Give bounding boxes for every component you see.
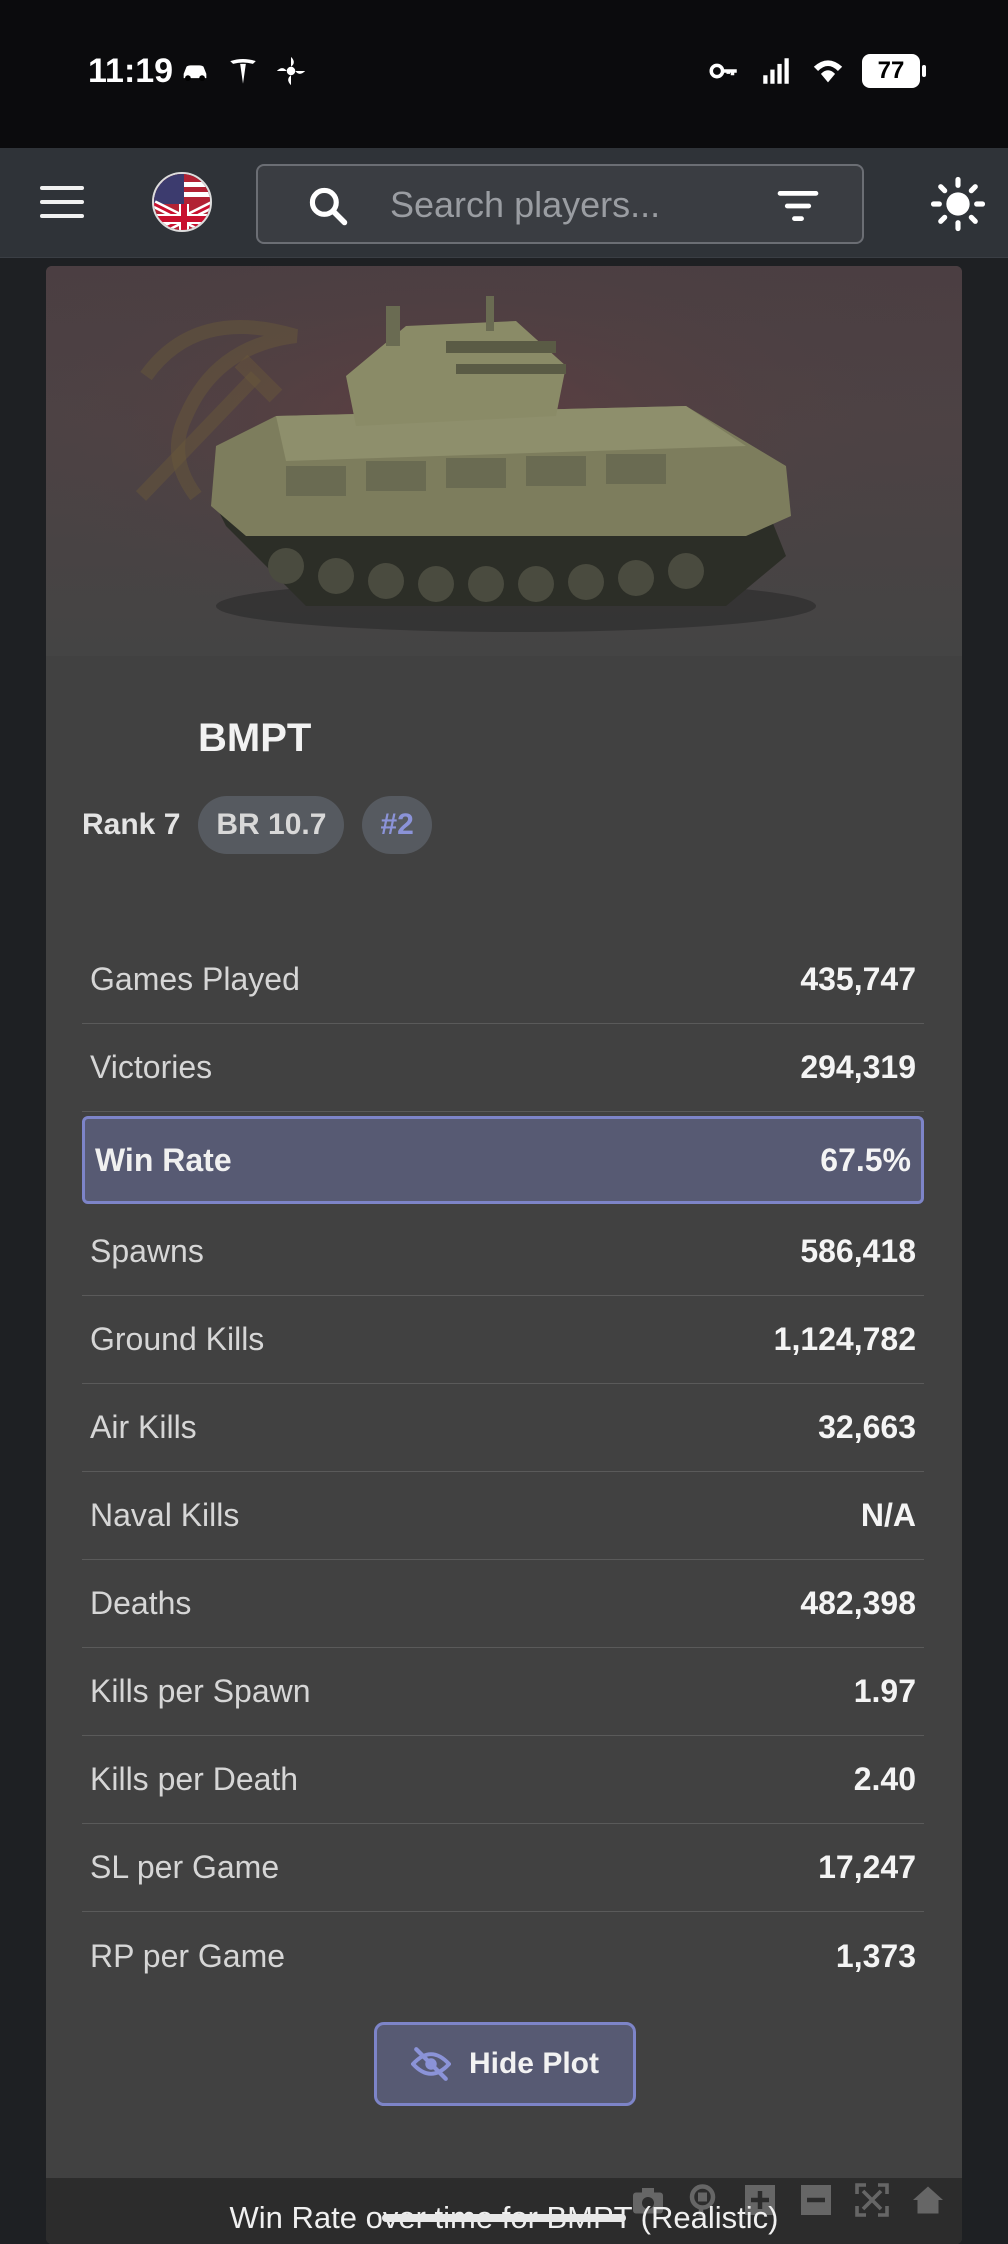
stat-label: SL per Game bbox=[90, 1849, 280, 1885]
tank-image bbox=[46, 266, 962, 656]
hide-plot-button[interactable]: Hide Plot bbox=[374, 2022, 636, 2106]
stat-row-rp-per-game: RP per Game 1,373 bbox=[82, 1912, 924, 2000]
vehicle-card: BMPT Rank 7 BR 10.7 #2 Games Played 435,… bbox=[46, 266, 962, 2244]
key-icon bbox=[709, 63, 737, 79]
stats-table: Games Played 435,747 Victories 294,319 W… bbox=[82, 936, 924, 2000]
stat-value: 32,663 bbox=[818, 1409, 916, 1445]
stat-value: 294,319 bbox=[800, 1049, 916, 1085]
plot-area: Win Rate over time for BMPT (Realistic) bbox=[46, 2178, 962, 2244]
stat-value: 482,398 bbox=[800, 1585, 916, 1621]
stat-label: Win Rate bbox=[95, 1141, 232, 1178]
eye-off-icon bbox=[410, 2047, 451, 2081]
vehicle-name: BMPT bbox=[198, 716, 312, 760]
stat-row-sl-per-game: SL per Game 17,247 bbox=[82, 1824, 924, 1912]
stat-value: 1.97 bbox=[853, 1673, 916, 1709]
stat-label: Kills per Death bbox=[90, 1761, 299, 1797]
menu-icon[interactable] bbox=[40, 186, 84, 220]
car-icon bbox=[183, 65, 207, 81]
stat-row-deaths: Deaths 482,398 bbox=[82, 1560, 924, 1648]
status-time: 11:19 bbox=[88, 52, 174, 90]
stat-row-victories: Victories 294,319 bbox=[82, 1024, 924, 1112]
status-left-icons bbox=[178, 54, 308, 88]
signal-icon bbox=[763, 58, 789, 84]
stat-row-win-rate[interactable]: Win Rate 67.5% bbox=[82, 1116, 924, 1204]
stat-label: Ground Kills bbox=[90, 1321, 265, 1357]
stat-value: 17,247 bbox=[818, 1849, 916, 1885]
status-right-icons: 77 bbox=[706, 54, 926, 88]
app-bar bbox=[0, 148, 1008, 258]
wifi-icon bbox=[813, 60, 843, 83]
stat-label: RP per Game bbox=[90, 1937, 286, 1974]
br-chip: BR 10.7 bbox=[198, 796, 345, 854]
stat-label: Naval Kills bbox=[90, 1497, 240, 1533]
gesture-nav-handle[interactable] bbox=[382, 2214, 626, 2222]
battery-icon: 77 bbox=[862, 54, 926, 88]
stat-row-spawns: Spawns 586,418 bbox=[82, 1208, 924, 1296]
sun-icon[interactable] bbox=[930, 176, 986, 232]
stat-row-kills-per-spawn: Kills per Spawn 1.97 bbox=[82, 1648, 924, 1736]
hide-plot-label: Hide Plot bbox=[468, 2047, 599, 2080]
stat-value: N/A bbox=[860, 1497, 916, 1533]
stat-value: 2.40 bbox=[853, 1761, 916, 1797]
stat-label: Games Played bbox=[90, 961, 300, 997]
stat-value: 67.5% bbox=[820, 1141, 911, 1178]
stat-label: Victories bbox=[90, 1049, 213, 1085]
search-icon[interactable] bbox=[306, 184, 350, 228]
status-bar: 11:19 77 bbox=[0, 0, 1008, 148]
stat-row-ground-kills: Ground Kills 1,124,782 bbox=[82, 1296, 924, 1384]
stat-row-kills-per-death: Kills per Death 2.40 bbox=[82, 1736, 924, 1824]
stat-row-air-kills: Air Kills 32,663 bbox=[82, 1384, 924, 1472]
stat-value: 586,418 bbox=[800, 1233, 916, 1269]
stat-row-games-played: Games Played 435,747 bbox=[82, 936, 924, 1024]
vehicle-chips: Rank 7 BR 10.7 #2 bbox=[82, 796, 432, 854]
fan-icon bbox=[276, 56, 306, 86]
search-input[interactable] bbox=[390, 180, 750, 230]
rank-label: Rank 7 bbox=[82, 808, 181, 841]
stat-value: 1,373 bbox=[835, 1937, 916, 1974]
tesla-icon bbox=[230, 58, 256, 84]
position-chip: #2 bbox=[362, 796, 432, 854]
stat-value: 435,747 bbox=[800, 961, 916, 997]
stat-row-naval-kills: Naval Kills N/A bbox=[82, 1472, 924, 1560]
stat-label: Air Kills bbox=[90, 1409, 197, 1445]
us-uk-flag-icon[interactable] bbox=[152, 172, 212, 232]
filter-icon[interactable] bbox=[776, 188, 820, 224]
stat-label: Kills per Spawn bbox=[90, 1673, 311, 1709]
stat-label: Spawns bbox=[90, 1233, 204, 1269]
stat-label: Deaths bbox=[90, 1585, 192, 1621]
search-box[interactable] bbox=[256, 164, 864, 244]
stat-value: 1,124,782 bbox=[773, 1321, 916, 1357]
